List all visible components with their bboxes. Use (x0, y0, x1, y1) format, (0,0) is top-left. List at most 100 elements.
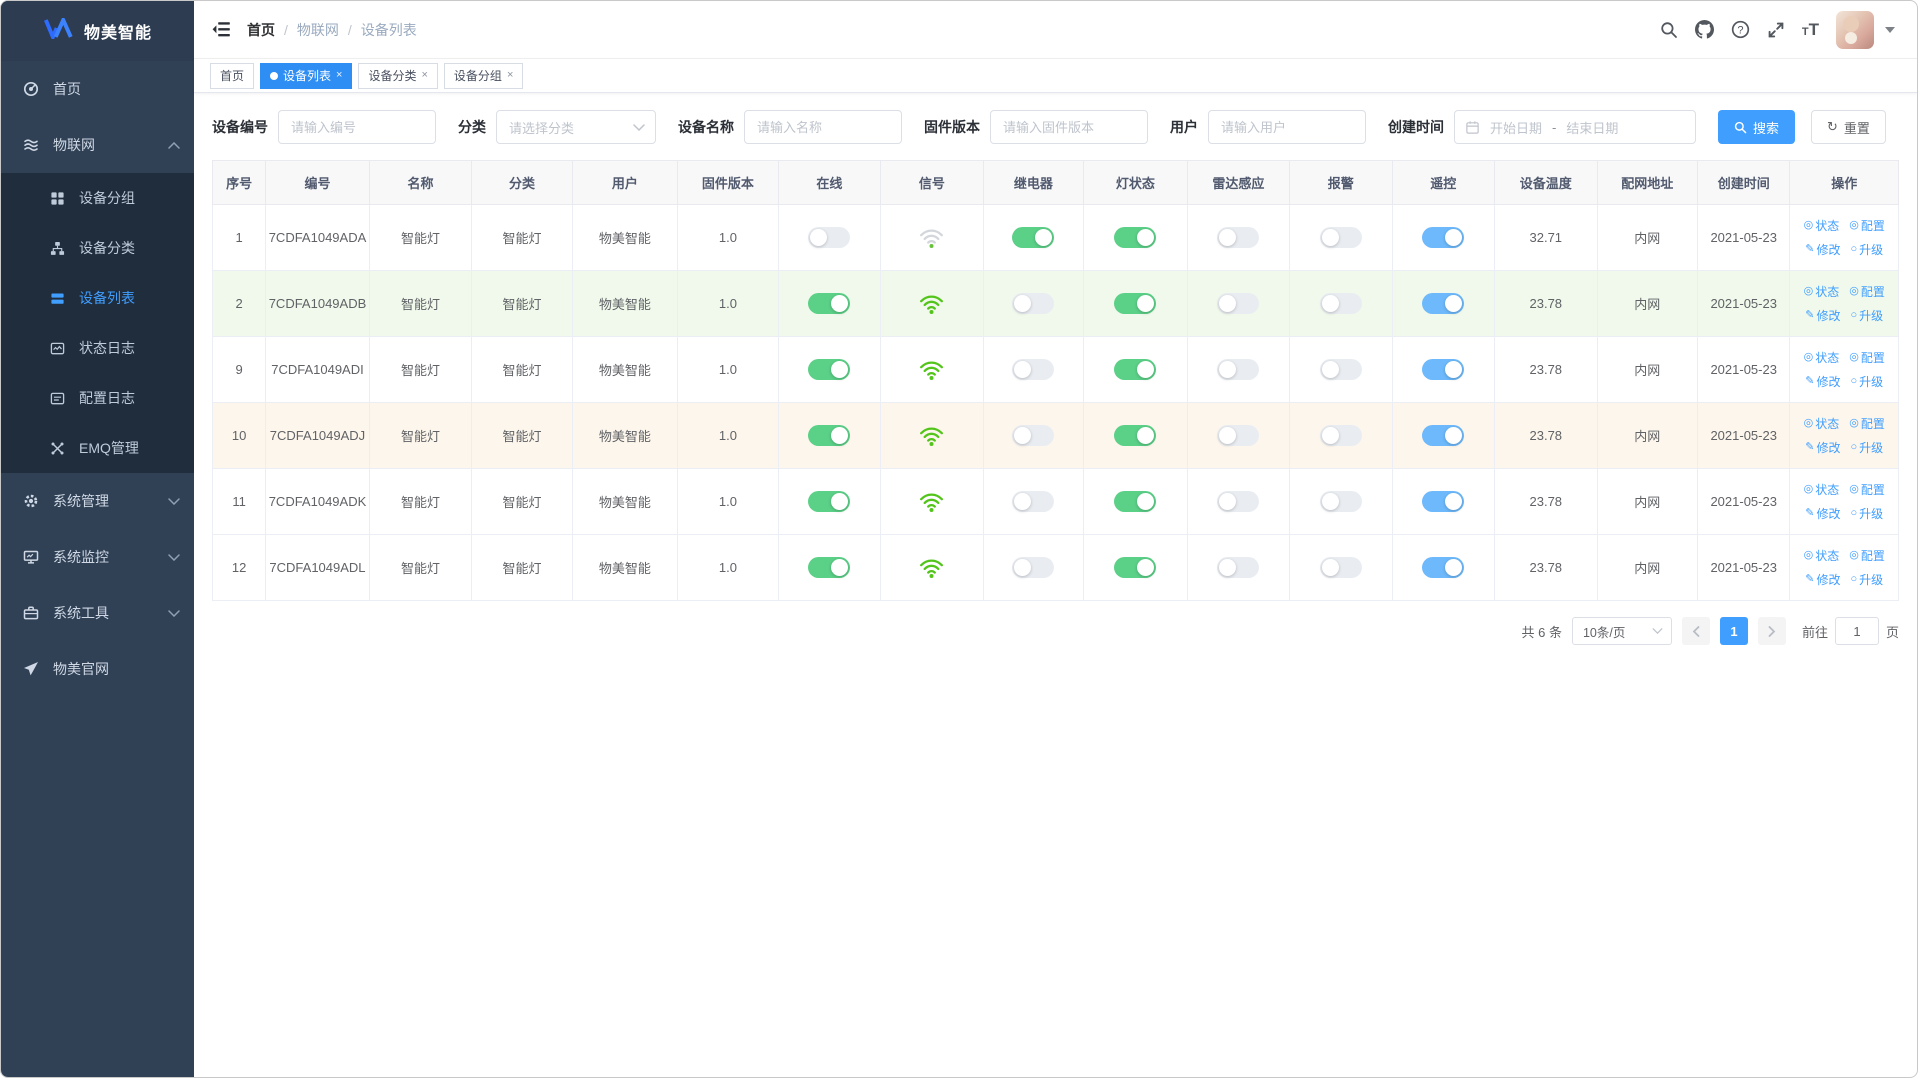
online-toggle[interactable] (808, 359, 851, 380)
relay-toggle[interactable] (1012, 557, 1055, 578)
op-edit-link[interactable]: ✎ 修改 (1805, 307, 1840, 324)
alarm-toggle[interactable] (1319, 491, 1362, 512)
light-toggle[interactable] (1114, 227, 1157, 248)
page-size-select[interactable]: 10条/页 (1571, 617, 1672, 645)
op-status-link[interactable]: ◎ 状态 (1804, 481, 1840, 498)
category-select[interactable]: 请选择分类 (496, 110, 656, 144)
op-status-link[interactable]: ◎ 状态 (1804, 283, 1840, 300)
light-toggle[interactable] (1114, 293, 1157, 314)
online-toggle[interactable] (808, 491, 851, 512)
op-config-link[interactable]: ◎ 配置 (1849, 349, 1885, 366)
github-icon[interactable] (1694, 20, 1714, 39)
op-upgrade-link[interactable]: ○ 升级 (1850, 241, 1883, 258)
relay-toggle[interactable] (1012, 425, 1055, 446)
firmware-input[interactable] (990, 110, 1148, 144)
op-config-link[interactable]: ◎ 配置 (1849, 481, 1885, 498)
light-toggle[interactable] (1114, 557, 1157, 578)
radar-toggle[interactable] (1217, 557, 1260, 578)
app-logo[interactable]: 物美智能 (1, 1, 194, 61)
op-status-link[interactable]: ◎ 状态 (1804, 349, 1840, 366)
sidebar-item-device-category[interactable]: 设备分类 (1, 223, 194, 273)
light-toggle[interactable] (1114, 359, 1157, 380)
user-input[interactable] (1208, 110, 1366, 144)
help-icon[interactable]: ? (1731, 20, 1750, 39)
op-status-link[interactable]: ◎ 状态 (1804, 415, 1840, 432)
sidebar-item-iot[interactable]: 物联网 (1, 117, 194, 173)
op-edit-link[interactable]: ✎ 修改 (1805, 241, 1840, 258)
device-name-input[interactable] (744, 110, 902, 144)
alarm-toggle[interactable] (1319, 359, 1362, 380)
sidebar-item-status-log[interactable]: 状态日志 (1, 323, 194, 373)
op-edit-link[interactable]: ✎ 修改 (1805, 373, 1840, 390)
breadcrumb-item[interactable]: 首页 (247, 20, 275, 40)
device-code-input[interactable] (278, 110, 436, 144)
relay-toggle[interactable] (1012, 359, 1055, 380)
font-size-icon[interactable]: TT (1802, 21, 1819, 38)
sidebar-item-device-list[interactable]: 设备列表 (1, 273, 194, 323)
next-page-button[interactable] (1757, 617, 1786, 645)
sidebar-item-system-monitor[interactable]: 系统监控 (1, 529, 194, 585)
online-toggle[interactable] (808, 557, 851, 578)
radar-toggle[interactable] (1217, 491, 1260, 512)
sidebar-item-device-group[interactable]: 设备分组 (1, 173, 194, 223)
op-status-link[interactable]: ◎ 状态 (1804, 217, 1840, 234)
op-upgrade-link[interactable]: ○ 升级 (1850, 571, 1883, 588)
op-config-link[interactable]: ◎ 配置 (1849, 283, 1885, 300)
op-upgrade-link[interactable]: ○ 升级 (1850, 373, 1883, 390)
radar-toggle[interactable] (1217, 359, 1260, 380)
remote-toggle[interactable] (1422, 293, 1465, 314)
op-config-link[interactable]: ◎ 配置 (1849, 217, 1885, 234)
op-upgrade-link[interactable]: ○ 升级 (1850, 307, 1883, 324)
op-edit-link[interactable]: ✎ 修改 (1805, 439, 1840, 456)
remote-toggle[interactable] (1422, 359, 1465, 380)
sidebar-item-home[interactable]: 首页 (1, 61, 194, 117)
sidebar-item-system-tools[interactable]: 系统工具 (1, 585, 194, 641)
op-config-link[interactable]: ◎ 配置 (1849, 547, 1885, 564)
page-number-button[interactable]: 1 (1719, 617, 1748, 645)
sidebar-item-system-manage[interactable]: 系统管理 (1, 473, 194, 529)
tab-device-category[interactable]: 设备分类 × (358, 62, 438, 89)
remote-toggle[interactable] (1422, 227, 1465, 248)
reset-button[interactable]: ↻ 重置 (1811, 110, 1886, 144)
goto-page-input[interactable] (1834, 617, 1879, 645)
tab-home[interactable]: 首页 (210, 62, 255, 89)
search-icon[interactable] (1660, 21, 1678, 39)
radar-toggle[interactable] (1217, 227, 1260, 248)
alarm-toggle[interactable] (1319, 227, 1362, 248)
alarm-toggle[interactable] (1319, 557, 1362, 578)
tab-device-list[interactable]: 设备列表 × (260, 62, 353, 89)
remote-toggle[interactable] (1422, 491, 1465, 512)
remote-toggle[interactable] (1422, 557, 1465, 578)
op-upgrade-link[interactable]: ○ 升级 (1850, 439, 1883, 456)
alarm-toggle[interactable] (1319, 425, 1362, 446)
sidebar-fold-icon[interactable] (212, 21, 231, 38)
caret-down-icon[interactable] (1885, 26, 1895, 33)
radar-toggle[interactable] (1217, 425, 1260, 446)
sidebar-item-official-site[interactable]: 物美官网 (1, 641, 194, 697)
tab-device-group[interactable]: 设备分组 × (443, 62, 524, 89)
prev-page-button[interactable] (1681, 617, 1710, 645)
op-config-link[interactable]: ◎ 配置 (1849, 415, 1885, 432)
alarm-toggle[interactable] (1319, 293, 1362, 314)
online-toggle[interactable] (808, 227, 851, 248)
op-edit-link[interactable]: ✎ 修改 (1805, 505, 1840, 522)
op-upgrade-link[interactable]: ○ 升级 (1850, 505, 1883, 522)
search-button[interactable]: 搜索 (1718, 110, 1796, 144)
op-status-link[interactable]: ◎ 状态 (1804, 547, 1840, 564)
tab-close-icon[interactable]: × (507, 70, 513, 81)
online-toggle[interactable] (808, 425, 851, 446)
relay-toggle[interactable] (1012, 491, 1055, 512)
relay-toggle[interactable] (1012, 293, 1055, 314)
user-avatar[interactable] (1836, 10, 1874, 49)
date-range-picker[interactable]: 开始日期 - 结束日期 (1454, 110, 1696, 144)
light-toggle[interactable] (1114, 425, 1157, 446)
fullscreen-icon[interactable] (1767, 21, 1785, 39)
relay-toggle[interactable] (1012, 227, 1055, 248)
remote-toggle[interactable] (1422, 425, 1465, 446)
op-edit-link[interactable]: ✎ 修改 (1805, 571, 1840, 588)
online-toggle[interactable] (808, 293, 851, 314)
sidebar-item-emq[interactable]: EMQ管理 (1, 423, 194, 473)
light-toggle[interactable] (1114, 491, 1157, 512)
tab-close-icon[interactable]: × (336, 70, 342, 81)
radar-toggle[interactable] (1217, 293, 1260, 314)
